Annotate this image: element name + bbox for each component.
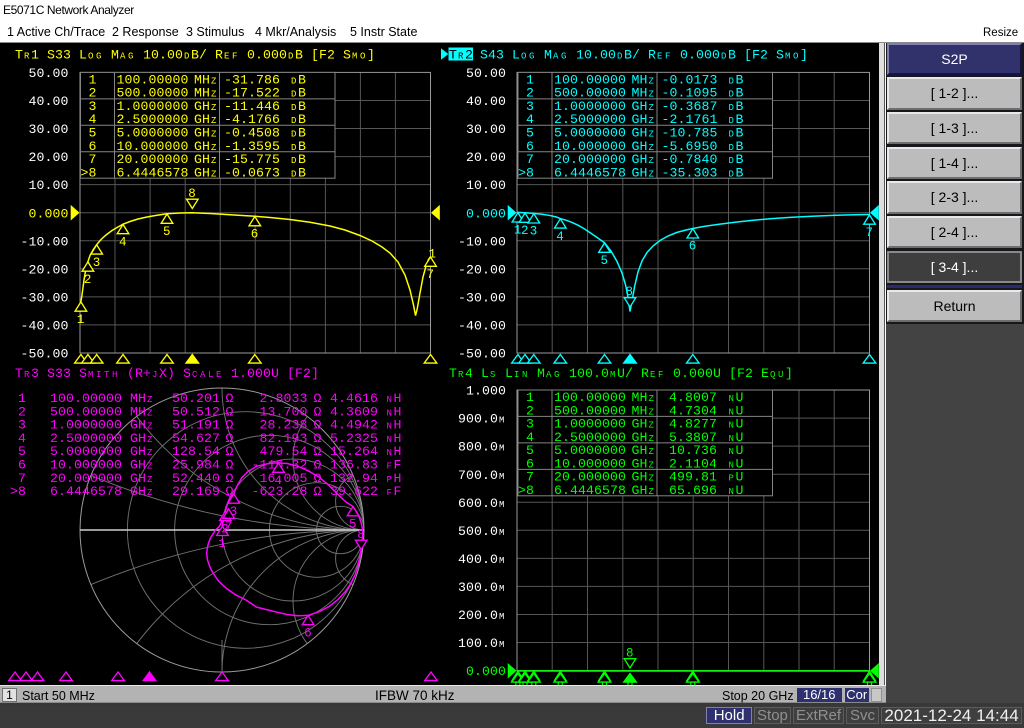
svg-text:8: 8: [626, 285, 634, 299]
svg-text:S43 Log Mag 10.00dB/ Ref 0.000: S43 Log Mag 10.00dB/ Ref 0.000dB [F2 Smo…: [480, 48, 808, 63]
svg-text:200.0m: 200.0m: [458, 608, 504, 623]
svg-text:-10.00: -10.00: [21, 234, 69, 249]
svg-text:-30.00: -30.00: [21, 291, 69, 306]
svg-text:5: 5: [349, 518, 357, 532]
svg-text:-40.00: -40.00: [21, 319, 69, 334]
svg-text:Tr2: Tr2: [449, 48, 473, 63]
svg-text:1: 1: [77, 313, 85, 327]
svg-text:-50.00: -50.00: [458, 347, 506, 362]
svg-text:10.00: 10.00: [466, 178, 506, 193]
svg-text:Tr3 S33 Smith (R+jX) Scale 1.0: Tr3 S33 Smith (R+jX) Scale 1.000U [F2]: [15, 366, 319, 381]
svg-text:40.00: 40.00: [29, 94, 69, 109]
svg-text:-50.00: -50.00: [21, 347, 69, 362]
svg-text:-35.303: -35.303: [662, 165, 718, 180]
svg-text:30.00: 30.00: [466, 122, 506, 137]
svg-text:5: 5: [163, 225, 171, 239]
svg-text:50.00: 50.00: [466, 66, 506, 81]
svg-text:29.169: 29.169: [172, 484, 220, 499]
svg-text:3: 3: [93, 256, 101, 270]
svg-text:900.0m: 900.0m: [458, 412, 504, 427]
svg-text:Tr1 S33 Log Mag 10.00dB/ Ref 0: Tr1 S33 Log Mag 10.00dB/ Ref 0.000dB [F2…: [15, 48, 375, 63]
svg-text:8: 8: [188, 187, 196, 201]
svg-text:>8: >8: [518, 165, 534, 180]
svg-text:1: 1: [429, 248, 437, 262]
svg-text:2: 2: [521, 224, 529, 238]
svg-text:-30.00: -30.00: [458, 291, 506, 306]
svg-text:6: 6: [304, 626, 312, 640]
svg-text:6.4446578: 6.4446578: [554, 165, 626, 180]
svg-text:>8: >8: [10, 484, 26, 499]
svg-text:-20.00: -20.00: [21, 262, 69, 277]
svg-text:Tr4 Ls Lin Mag 100.0mU/ Ref 0.: Tr4 Ls Lin Mag 100.0mU/ Ref 0.000U [F2 E…: [449, 366, 793, 381]
svg-text:10.00: 10.00: [29, 178, 69, 193]
svg-text:700.0m: 700.0m: [458, 468, 504, 483]
svg-text:100.0m: 100.0m: [458, 636, 504, 651]
svg-text:dB: dB: [291, 165, 306, 180]
svg-text:-10.00: -10.00: [458, 234, 506, 249]
svg-text:50.00: 50.00: [29, 66, 69, 81]
svg-text:30.00: 30.00: [29, 122, 69, 137]
svg-text:4: 4: [275, 474, 283, 488]
svg-text:800.0m: 800.0m: [458, 440, 504, 455]
svg-text:8: 8: [357, 528, 365, 542]
svg-text:1: 1: [218, 537, 226, 551]
svg-text:GHz: GHz: [130, 484, 153, 499]
svg-text:>8: >8: [518, 483, 534, 498]
svg-text:500.0m: 500.0m: [458, 524, 504, 539]
svg-text:0.000: 0.000: [29, 206, 69, 221]
svg-text:400.0m: 400.0m: [458, 552, 504, 567]
svg-text:GHz: GHz: [632, 483, 655, 498]
svg-text:6: 6: [251, 228, 259, 242]
svg-text:0.000: 0.000: [466, 206, 506, 221]
svg-text:6.4446578: 6.4446578: [117, 165, 189, 180]
svg-text:3: 3: [530, 225, 538, 239]
svg-text:40.00: 40.00: [466, 94, 506, 109]
svg-text:20.00: 20.00: [29, 150, 69, 165]
svg-text:8: 8: [626, 647, 634, 661]
svg-text:GHz: GHz: [632, 165, 655, 180]
svg-text:2: 2: [84, 273, 92, 287]
svg-text:4: 4: [556, 230, 564, 244]
svg-text:-0.0673: -0.0673: [224, 165, 280, 180]
svg-text:65.696: 65.696: [669, 483, 717, 498]
svg-text:>8: >8: [81, 165, 97, 180]
svg-text:20.00: 20.00: [466, 150, 506, 165]
svg-text:6.4446578: 6.4446578: [554, 483, 626, 498]
svg-text:600.0m: 600.0m: [458, 496, 504, 511]
svg-text:39.622: 39.622: [330, 484, 378, 499]
svg-text:nU: nU: [729, 483, 744, 498]
svg-text:1.000: 1.000: [466, 384, 506, 399]
svg-text:300.0m: 300.0m: [458, 580, 504, 595]
svg-text:7: 7: [427, 268, 435, 282]
svg-text:dB: dB: [729, 165, 744, 180]
svg-text:GHz: GHz: [194, 165, 217, 180]
svg-text:0.000: 0.000: [466, 664, 506, 679]
svg-text:6.4446578: 6.4446578: [50, 484, 122, 499]
svg-text:-40.00: -40.00: [458, 319, 506, 334]
svg-text:-20.00: -20.00: [458, 262, 506, 277]
svg-text:fF: fF: [387, 484, 402, 499]
svg-text:5: 5: [601, 254, 609, 268]
svg-text:6: 6: [689, 240, 697, 254]
svg-text:Ω: Ω: [314, 484, 322, 499]
svg-text:4: 4: [119, 235, 127, 249]
svg-text:7: 7: [225, 520, 233, 534]
svg-text:7: 7: [866, 226, 874, 240]
